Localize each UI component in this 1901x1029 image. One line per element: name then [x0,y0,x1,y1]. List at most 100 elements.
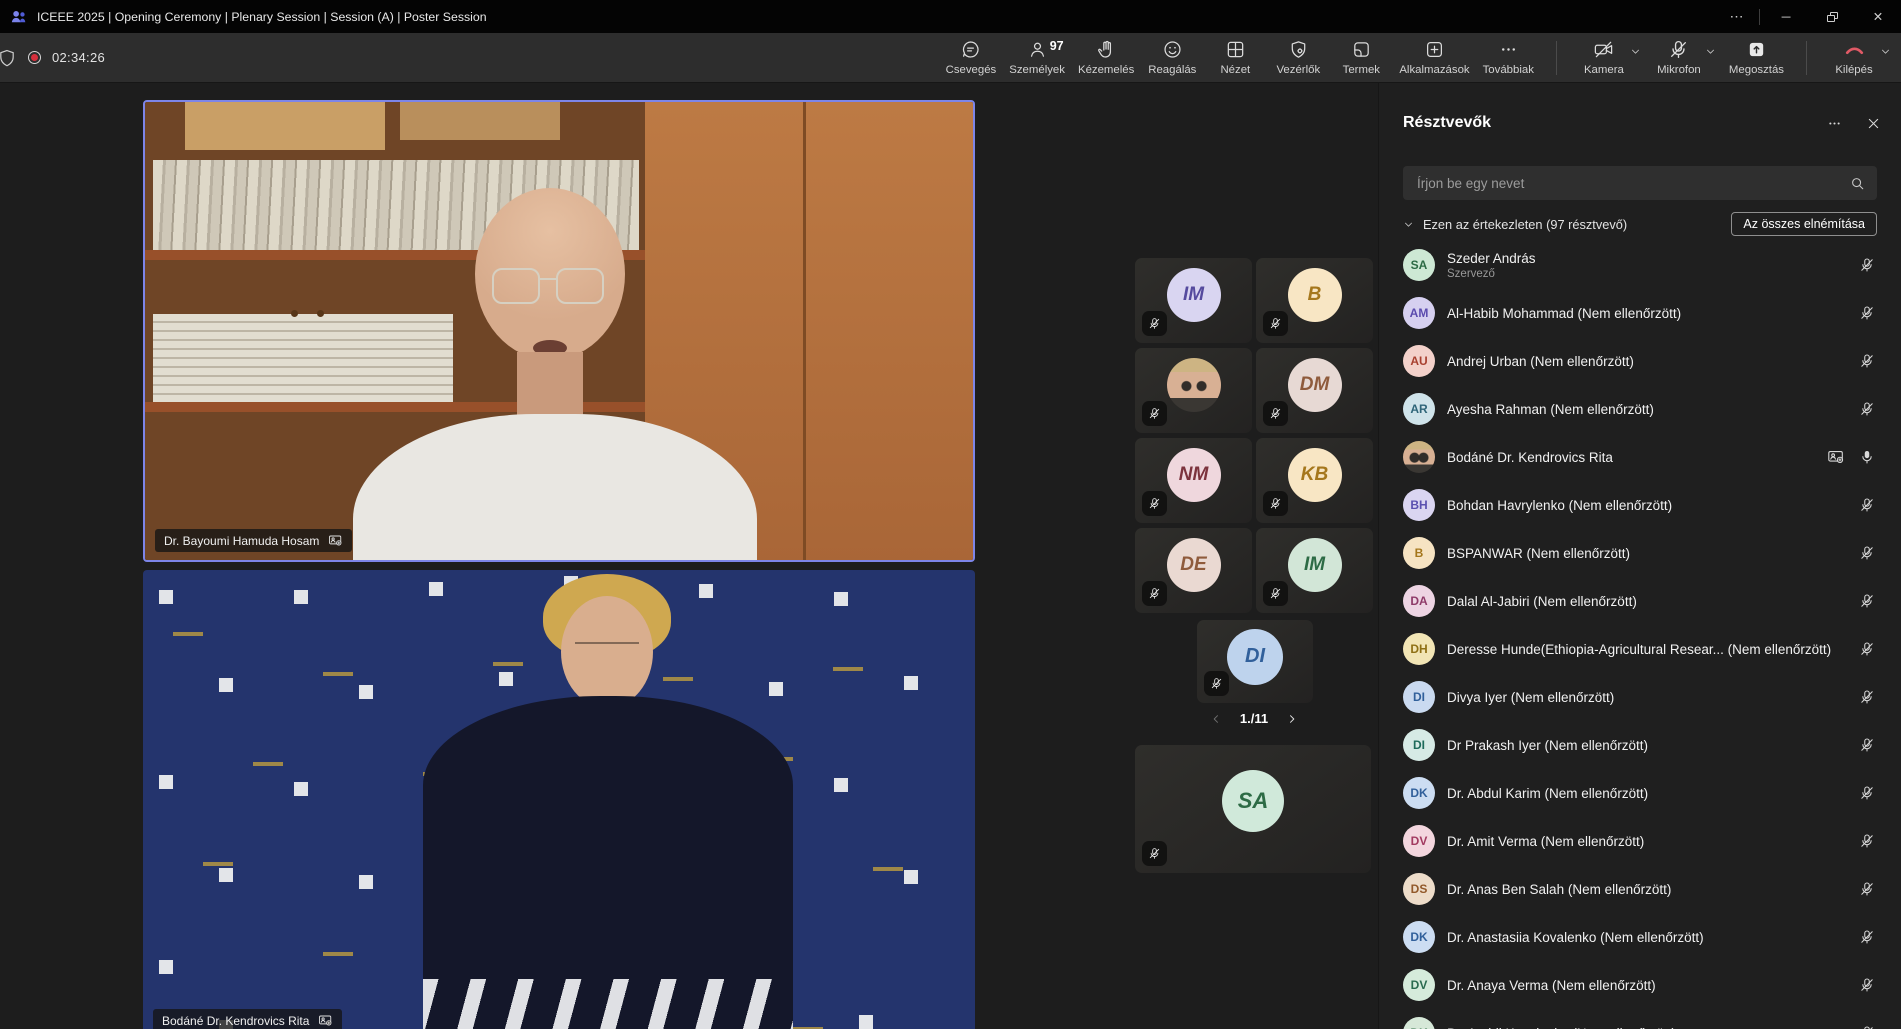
leave-chevron-icon[interactable] [1880,46,1891,57]
mic-on-icon[interactable] [1859,449,1875,465]
view-button[interactable]: Nézet [1210,39,1260,76]
mic-off-icon [1269,587,1282,600]
participant-row[interactable]: AR Ayesha Rahman (Nem ellenőrzött) [1379,385,1901,433]
tile-pagination: 1./11 [1135,711,1373,726]
video-tile[interactable]: DM [1256,348,1373,433]
video-tile[interactable]: KB [1256,438,1373,523]
participant-row[interactable]: DA Dalal Al-Jabiri (Nem ellenőrzött) [1379,577,1901,625]
video-feed-speaker-1[interactable]: Dr. Bayoumi Hamuda Hosam [143,100,975,562]
maximize-button[interactable] [1809,0,1855,33]
mic-muted-icon[interactable] [1859,689,1875,705]
video-tile[interactable]: NM [1135,438,1252,523]
react-button[interactable]: Reagálás [1147,39,1197,76]
participant-row[interactable]: DI Divya Iyer (Nem ellenőrzött) [1379,673,1901,721]
participant-row[interactable]: B BSPANWAR (Nem ellenőrzött) [1379,529,1901,577]
leave-button[interactable]: Kilépés [1829,39,1879,76]
minimize-button[interactable]: ─ [1763,0,1809,33]
microphone-button[interactable]: Mikrofon [1654,39,1704,76]
video-tile-overflow[interactable]: DI [1197,620,1313,703]
mic-muted-icon[interactable] [1859,353,1875,369]
hangup-icon [1844,39,1865,60]
meeting-toolbar: 02:34:26 Csevegés 97 Személyek Kézemelés… [0,33,1901,83]
controls-button[interactable]: Vezérlők [1273,39,1323,76]
participant-avatar: DS [1403,873,1435,905]
tile-avatar [1167,358,1221,412]
camera-button[interactable]: Kamera [1579,39,1629,76]
mic-off-icon [1148,587,1161,600]
mic-muted-icon[interactable] [1859,833,1875,849]
rooms-icon [1351,39,1372,60]
rooms-button[interactable]: Termek [1336,39,1386,76]
participant-row[interactable]: DK Dr. Andrii Kovalenko (Nem ellenőrzött… [1379,1009,1901,1029]
participant-row[interactable]: DV Dr. Anaya Verma (Nem ellenőrzött) [1379,961,1901,1009]
mic-muted-icon[interactable] [1859,257,1875,273]
video-tile[interactable]: B [1256,258,1373,343]
mic-muted-icon[interactable] [1859,305,1875,321]
mic-muted-icon[interactable] [1859,785,1875,801]
previous-page-icon[interactable] [1210,713,1222,725]
mic-muted-badge [1142,311,1167,336]
recording-indicator [28,51,41,64]
participant-avatar: DA [1403,585,1435,617]
section-header: Ezen az értekezleten (97 résztvevő) Az ö… [1379,211,1901,237]
mic-muted-icon[interactable] [1859,881,1875,897]
mic-off-icon [1269,317,1282,330]
video-tile[interactable] [1135,348,1252,433]
camera-chevron-icon[interactable] [1630,46,1641,57]
toolbar-divider [1556,41,1557,75]
chat-button[interactable]: Csevegés [946,39,997,76]
video-tile[interactable]: IM [1256,528,1373,613]
participant-name: Dr. Anaya Verma (Nem ellenőrzött) [1447,977,1656,994]
participant-row[interactable]: DS Dr. Anas Ben Salah (Nem ellenőrzött) [1379,865,1901,913]
section-toggle[interactable]: Ezen az értekezleten (97 résztvevő) [1403,217,1627,232]
raise-hand-button[interactable]: Kézemelés [1078,39,1134,76]
mic-muted-icon[interactable] [1859,737,1875,753]
participant-row[interactable]: SA Szeder András Szervező [1379,241,1901,289]
tile-avatar: KB [1288,448,1342,502]
mic-muted-icon[interactable] [1859,929,1875,945]
search-input[interactable] [1415,175,1842,192]
share-button[interactable]: Megosztás [1729,39,1784,76]
video-tile[interactable]: DE [1135,528,1252,613]
participant-row[interactable]: AU Andrej Urban (Nem ellenőrzött) [1379,337,1901,385]
mic-muted-icon[interactable] [1859,641,1875,657]
window-more-button[interactable]: ⋯ [1718,0,1756,33]
video-tile-spotlight[interactable]: SA [1135,745,1371,873]
video-tile[interactable]: IM [1135,258,1252,343]
participant-name: Dr. Andrii Kovalenko (Nem ellenőrzött) [1447,1025,1676,1029]
mic-muted-icon[interactable] [1859,401,1875,417]
mic-muted-icon[interactable] [1859,1025,1875,1029]
meeting-stage: Dr. Bayoumi Hamuda Hosam ŌE Bodáné Dr. K… [0,83,1378,1029]
mic-muted-icon[interactable] [1859,977,1875,993]
apps-button[interactable]: Alkalmazások [1399,39,1469,76]
participant-row[interactable]: BH Bohdan Havrylenko (Nem ellenőrzött) [1379,481,1901,529]
participant-avatar: DV [1403,825,1435,857]
microphone-chevron-icon[interactable] [1705,46,1716,57]
panel-more-icon[interactable] [1827,116,1842,131]
overflow-tile-avatar: DI [1227,629,1283,685]
video-feed-speaker-2[interactable]: ŌE Bodáné Dr. Kendrovics Rita [143,570,975,1029]
mic-muted-icon[interactable] [1859,545,1875,561]
mute-all-button[interactable]: Az összes elnémítása [1731,212,1877,236]
meeting-timer: 02:34:26 [52,50,105,65]
tile-avatar: DM [1288,358,1342,412]
participant-name-label: Bodáné Dr. Kendrovics Rita [153,1009,342,1029]
next-page-icon[interactable] [1286,713,1298,725]
participant-row[interactable]: AM Al-Habib Mohammad (Nem ellenőrzött) [1379,289,1901,337]
close-button[interactable]: ✕ [1855,0,1901,33]
participant-row[interactable]: DK Dr. Abdul Karim (Nem ellenőrzött) [1379,769,1901,817]
mic-muted-badge [1142,401,1167,426]
panel-close-icon[interactable] [1866,116,1881,131]
participant-row[interactable]: DK Dr. Anastasiia Kovalenko (Nem ellenőr… [1379,913,1901,961]
tile-avatar: NM [1167,448,1221,502]
mic-muted-icon[interactable] [1859,497,1875,513]
participant-row[interactable]: Bodáné Dr. Kendrovics Rita [1379,433,1901,481]
toolbar-buttons: Csevegés 97 Személyek Kézemelés Reagálás… [946,39,1901,76]
mic-muted-icon[interactable] [1859,593,1875,609]
participant-name: Al-Habib Mohammad (Nem ellenőrzött) [1447,305,1681,322]
people-button[interactable]: 97 Személyek [1009,39,1065,76]
participant-row[interactable]: DH Deresse Hunde(Ethiopia-Agricultural R… [1379,625,1901,673]
more-actions-button[interactable]: Továbbiak [1483,39,1534,76]
participant-row[interactable]: DI Dr Prakash Iyer (Nem ellenőrzött) [1379,721,1901,769]
participant-row[interactable]: DV Dr. Amit Verma (Nem ellenőrzött) [1379,817,1901,865]
